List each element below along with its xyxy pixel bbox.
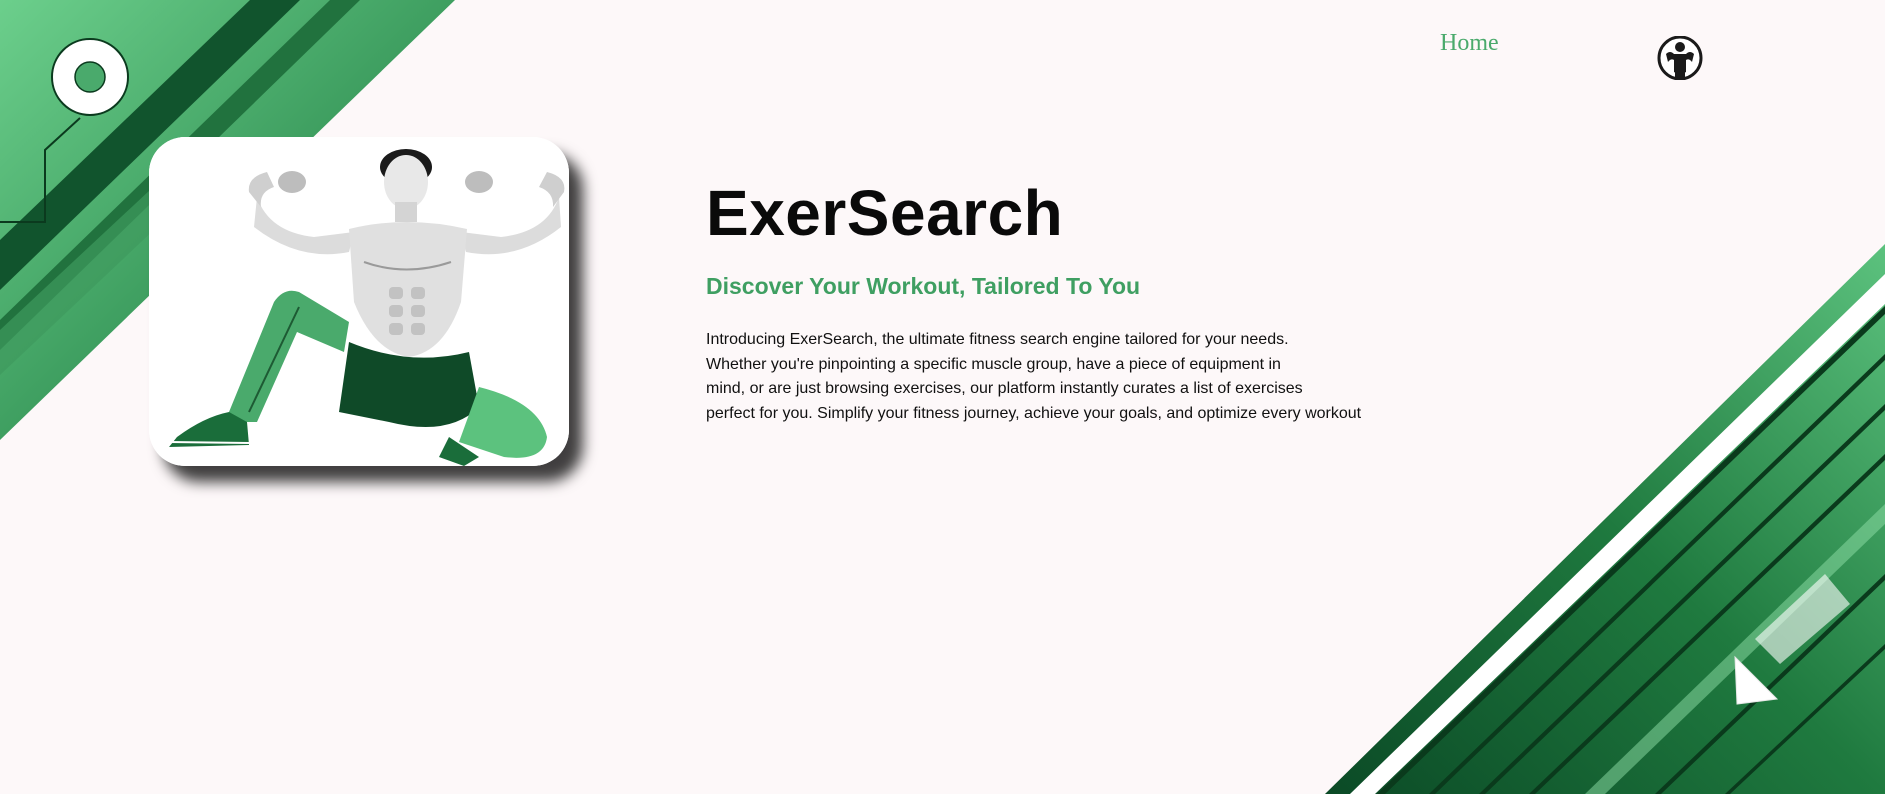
bodybuilder-logo-icon[interactable]: [1656, 36, 1704, 80]
bodybuilder-illustration: [149, 137, 569, 466]
bottom-right-decoration: [1325, 244, 1885, 794]
nav-home-link[interactable]: Home: [1440, 30, 1499, 57]
top-nav: Home: [1440, 30, 1499, 57]
intro-paragraph: Introducing ExerSearch, the ultimate fit…: [706, 331, 1362, 422]
page-title: ExerSearch: [706, 177, 1064, 249]
hero-image-card: [149, 137, 569, 466]
landing-page: Home ExerSearch Discover Your Workout, T…: [0, 0, 1885, 794]
page-subtitle: Discover Your Workout, Tailored To You: [706, 273, 1141, 299]
